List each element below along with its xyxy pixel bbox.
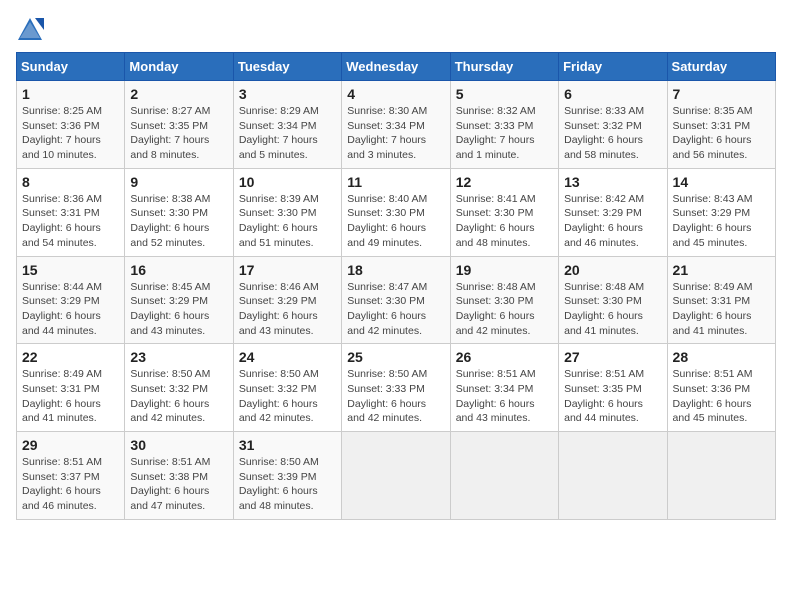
calendar-header-row: SundayMondayTuesdayWednesdayThursdayFrid… <box>17 53 776 81</box>
calendar-day-15: 15Sunrise: 8:44 AMSunset: 3:29 PMDayligh… <box>17 256 125 344</box>
calendar-day-28: 28Sunrise: 8:51 AMSunset: 3:36 PMDayligh… <box>667 344 775 432</box>
calendar-day-7: 7Sunrise: 8:35 AMSunset: 3:31 PMDaylight… <box>667 81 775 169</box>
column-header-monday: Monday <box>125 53 233 81</box>
column-header-sunday: Sunday <box>17 53 125 81</box>
calendar-day-31: 31Sunrise: 8:50 AMSunset: 3:39 PMDayligh… <box>233 432 341 520</box>
calendar-day-25: 25Sunrise: 8:50 AMSunset: 3:33 PMDayligh… <box>342 344 450 432</box>
calendar-day-6: 6Sunrise: 8:33 AMSunset: 3:32 PMDaylight… <box>559 81 667 169</box>
calendar-day-5: 5Sunrise: 8:32 AMSunset: 3:33 PMDaylight… <box>450 81 558 169</box>
calendar-day-2: 2Sunrise: 8:27 AMSunset: 3:35 PMDaylight… <box>125 81 233 169</box>
calendar-day-16: 16Sunrise: 8:45 AMSunset: 3:29 PMDayligh… <box>125 256 233 344</box>
logo <box>16 16 48 44</box>
calendar-day-23: 23Sunrise: 8:50 AMSunset: 3:32 PMDayligh… <box>125 344 233 432</box>
calendar-day-14: 14Sunrise: 8:43 AMSunset: 3:29 PMDayligh… <box>667 168 775 256</box>
column-header-wednesday: Wednesday <box>342 53 450 81</box>
calendar-day-empty <box>559 432 667 520</box>
column-header-saturday: Saturday <box>667 53 775 81</box>
calendar-day-4: 4Sunrise: 8:30 AMSunset: 3:34 PMDaylight… <box>342 81 450 169</box>
calendar-day-27: 27Sunrise: 8:51 AMSunset: 3:35 PMDayligh… <box>559 344 667 432</box>
calendar-day-17: 17Sunrise: 8:46 AMSunset: 3:29 PMDayligh… <box>233 256 341 344</box>
column-header-thursday: Thursday <box>450 53 558 81</box>
calendar-day-9: 9Sunrise: 8:38 AMSunset: 3:30 PMDaylight… <box>125 168 233 256</box>
calendar-day-18: 18Sunrise: 8:47 AMSunset: 3:30 PMDayligh… <box>342 256 450 344</box>
calendar-day-29: 29Sunrise: 8:51 AMSunset: 3:37 PMDayligh… <box>17 432 125 520</box>
calendar-day-empty <box>667 432 775 520</box>
calendar-week-4: 29Sunrise: 8:51 AMSunset: 3:37 PMDayligh… <box>17 432 776 520</box>
calendar-day-20: 20Sunrise: 8:48 AMSunset: 3:30 PMDayligh… <box>559 256 667 344</box>
column-header-tuesday: Tuesday <box>233 53 341 81</box>
calendar-day-1: 1Sunrise: 8:25 AMSunset: 3:36 PMDaylight… <box>17 81 125 169</box>
logo-icon <box>16 16 44 44</box>
calendar-week-1: 8Sunrise: 8:36 AMSunset: 3:31 PMDaylight… <box>17 168 776 256</box>
calendar-day-26: 26Sunrise: 8:51 AMSunset: 3:34 PMDayligh… <box>450 344 558 432</box>
calendar-day-12: 12Sunrise: 8:41 AMSunset: 3:30 PMDayligh… <box>450 168 558 256</box>
header <box>16 16 776 44</box>
calendar-day-19: 19Sunrise: 8:48 AMSunset: 3:30 PMDayligh… <box>450 256 558 344</box>
calendar-day-empty <box>450 432 558 520</box>
column-header-friday: Friday <box>559 53 667 81</box>
calendar-week-3: 22Sunrise: 8:49 AMSunset: 3:31 PMDayligh… <box>17 344 776 432</box>
calendar-day-24: 24Sunrise: 8:50 AMSunset: 3:32 PMDayligh… <box>233 344 341 432</box>
calendar-week-0: 1Sunrise: 8:25 AMSunset: 3:36 PMDaylight… <box>17 81 776 169</box>
calendar-day-3: 3Sunrise: 8:29 AMSunset: 3:34 PMDaylight… <box>233 81 341 169</box>
calendar-table: SundayMondayTuesdayWednesdayThursdayFrid… <box>16 52 776 520</box>
calendar-day-22: 22Sunrise: 8:49 AMSunset: 3:31 PMDayligh… <box>17 344 125 432</box>
calendar-day-13: 13Sunrise: 8:42 AMSunset: 3:29 PMDayligh… <box>559 168 667 256</box>
calendar-day-10: 10Sunrise: 8:39 AMSunset: 3:30 PMDayligh… <box>233 168 341 256</box>
calendar-week-2: 15Sunrise: 8:44 AMSunset: 3:29 PMDayligh… <box>17 256 776 344</box>
calendar-day-11: 11Sunrise: 8:40 AMSunset: 3:30 PMDayligh… <box>342 168 450 256</box>
calendar-day-empty <box>342 432 450 520</box>
calendar-day-8: 8Sunrise: 8:36 AMSunset: 3:31 PMDaylight… <box>17 168 125 256</box>
calendar-day-21: 21Sunrise: 8:49 AMSunset: 3:31 PMDayligh… <box>667 256 775 344</box>
calendar-day-30: 30Sunrise: 8:51 AMSunset: 3:38 PMDayligh… <box>125 432 233 520</box>
